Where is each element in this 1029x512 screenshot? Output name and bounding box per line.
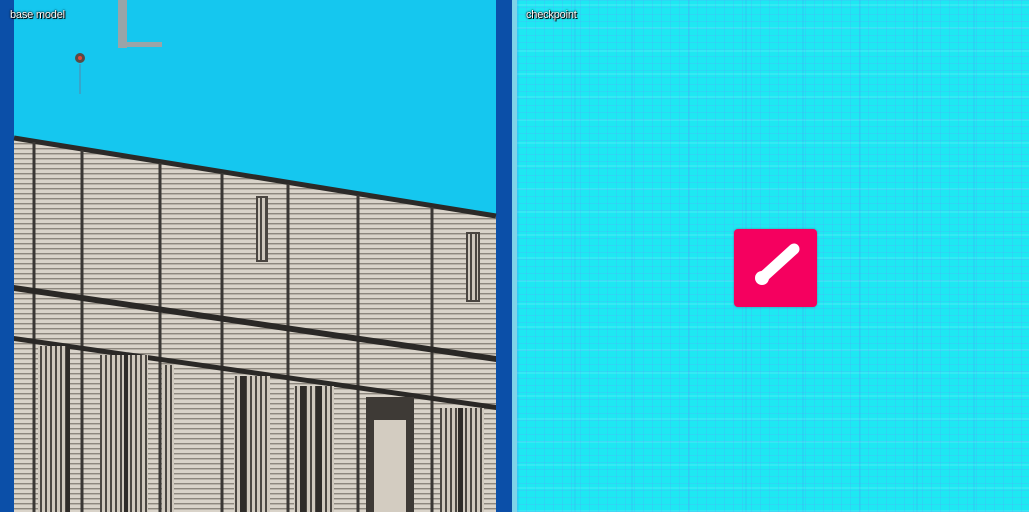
- comparison-stage: base model checkpoint: [0, 0, 1029, 512]
- checkpoint-panel: [517, 0, 1029, 512]
- base-model-panel: base model: [0, 0, 512, 512]
- check-glyph-icon: [755, 243, 800, 285]
- checkpoint-caption: checkpoint: [526, 9, 577, 21]
- base-model-caption: base model: [10, 9, 65, 21]
- building-photo: [0, 0, 512, 512]
- pink-app-icon: [734, 229, 817, 307]
